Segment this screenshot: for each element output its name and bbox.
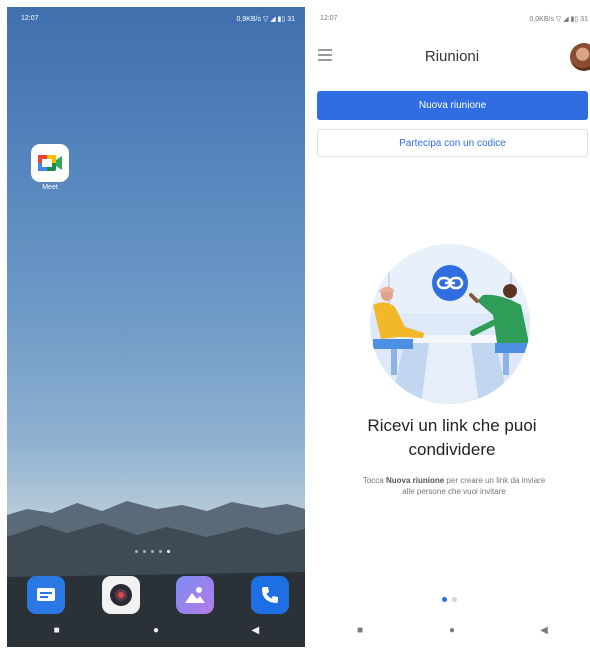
camera-icon[interactable] <box>101 576 140 614</box>
page-dot <box>159 550 162 553</box>
heading-line-2: condividere <box>408 440 496 459</box>
navigation-bar: ■ ● ◀ <box>314 613 590 647</box>
onboarding-description: Tocca Nuova riunione per creare un link … <box>356 475 552 497</box>
avatar-icon[interactable] <box>570 43 590 71</box>
status-indicators: 0,0KB/s ▽ ◢ ▮▯ 31 <box>529 16 588 23</box>
recents-button[interactable]: ■ <box>42 625 72 636</box>
page-dot <box>135 550 138 553</box>
carousel-indicator <box>442 597 457 602</box>
description-prefix: Tocca <box>362 476 386 485</box>
meet-app-screen: 12:07 0,0KB/s ▽ ◢ ▮▯ 31 Riunioni Nuova r… <box>314 7 590 647</box>
page-indicator <box>135 550 170 553</box>
page-dot <box>151 550 154 553</box>
link-illustration <box>370 244 530 404</box>
app-meet[interactable]: Meet <box>30 144 70 191</box>
status-bar: 12:07 0,9KB/s ▽ ◢ ▮▯ 31 <box>7 7 305 33</box>
back-button[interactable]: ◀ <box>529 625 559 636</box>
carousel-dot-active[interactable] <box>442 597 447 602</box>
new-meeting-button[interactable]: Nuova riunione <box>317 91 588 120</box>
back-button[interactable]: ◀ <box>240 625 270 636</box>
meet-icon <box>31 144 69 182</box>
home-button[interactable]: ● <box>437 625 467 636</box>
navigation-bar: ■ ● ◀ <box>7 613 305 647</box>
home-button[interactable]: ● <box>141 625 171 636</box>
carousel-dot[interactable] <box>452 597 457 602</box>
recents-button[interactable]: ■ <box>345 625 375 636</box>
onboarding-heading: Ricevi un link che puoi condividere <box>314 414 590 462</box>
status-bar: 12:07 0,0KB/s ▽ ◢ ▮▯ 31 <box>314 7 590 33</box>
heading-line-1: Ricevi un link che puoi <box>367 416 537 435</box>
status-time: 12:07 <box>21 15 39 22</box>
home-screen: 12:07 0,9KB/s ▽ ◢ ▮▯ 31 Meet ■ ● ◀ <box>7 7 305 647</box>
gallery-icon[interactable] <box>176 576 215 614</box>
app-meet-label: Meet <box>42 184 58 191</box>
phone-icon[interactable] <box>250 576 289 614</box>
app-header: Riunioni <box>314 37 590 77</box>
join-with-code-button[interactable]: Partecipa con un codice <box>317 129 588 157</box>
dock <box>27 576 289 614</box>
page-dot-active <box>167 550 170 553</box>
messages-icon[interactable] <box>27 576 65 614</box>
page-title: Riunioni <box>424 48 480 65</box>
status-time: 12:07 <box>320 15 338 22</box>
status-indicators: 0,9KB/s ▽ ◢ ▮▯ 31 <box>236 16 295 23</box>
page-dot <box>143 550 146 553</box>
description-bold: Nuova riunione <box>385 476 445 485</box>
